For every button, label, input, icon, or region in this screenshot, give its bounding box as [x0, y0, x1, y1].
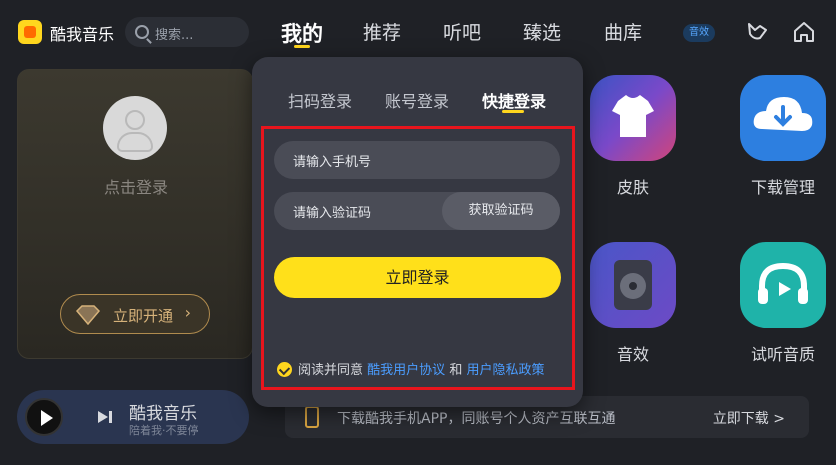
home-icon[interactable] — [792, 20, 816, 44]
agreement-row: 阅读并同意 酷我用户协议 和 用户隐私政策 — [277, 359, 544, 378]
chevron-right-icon: › — [184, 303, 191, 322]
avatar-head-icon — [125, 110, 145, 130]
avatar-body-icon — [117, 132, 153, 152]
skin-label[interactable]: 皮肤 — [573, 174, 693, 198]
user-agreement-link[interactable]: 酷我用户协议 — [367, 363, 445, 378]
trial-quality-label[interactable]: 试听音质 — [723, 341, 836, 365]
get-code-button[interactable]: 获取验证码 — [442, 192, 560, 230]
tab-listen[interactable]: 听吧 — [443, 18, 481, 45]
avatar[interactable] — [103, 96, 167, 160]
privacy-policy-link[interactable]: 用户隐私政策 — [466, 363, 544, 378]
agree-checkbox[interactable] — [277, 362, 292, 377]
user-card[interactable]: 点击登录 立即开通 › — [17, 69, 253, 359]
phone-placeholder: 请输入手机号 — [293, 155, 372, 170]
vip-open-label: 立即开通 — [113, 307, 174, 325]
phone-icon — [305, 406, 319, 428]
play-button[interactable] — [25, 398, 63, 436]
login-prompt[interactable]: 点击登录 — [18, 174, 254, 198]
sound-effect-badge[interactable]: 音效 — [683, 24, 715, 42]
code-placeholder: 请输入验证码 — [293, 206, 372, 221]
tab-recommend[interactable]: 推荐 — [363, 18, 401, 45]
bird-icon[interactable] — [746, 20, 770, 44]
skin-tile[interactable] — [590, 75, 676, 161]
tab-qr-login[interactable]: 扫码登录 — [288, 88, 352, 112]
diamond-icon — [75, 305, 101, 325]
app-name: 酷我音乐 — [50, 25, 115, 44]
tab-mine[interactable]: 我的 — [281, 18, 323, 48]
search-icon — [135, 25, 149, 39]
code-input[interactable]: 请输入验证码 获取验证码 — [274, 192, 560, 230]
headphones-icon — [758, 262, 808, 304]
agree-and: 和 — [449, 363, 463, 378]
agree-prefix: 阅读并同意 — [298, 363, 364, 378]
speaker-icon — [614, 260, 652, 310]
vip-open-button[interactable]: 立即开通 › — [60, 294, 210, 334]
shirt-icon — [612, 95, 654, 137]
player-subtitle: 陪着我·不要停 — [129, 424, 199, 437]
mini-player[interactable]: 酷我音乐 陪着我·不要停 — [17, 390, 249, 444]
player-title: 酷我音乐 — [129, 404, 197, 424]
download-label[interactable]: 下载管理 — [723, 174, 836, 198]
sound-effect-tile[interactable] — [590, 242, 676, 328]
trial-quality-tile[interactable] — [740, 242, 826, 328]
tab-active-indicator — [294, 45, 310, 48]
login-button[interactable]: 立即登录 — [274, 257, 561, 298]
download-now-link[interactable]: 立即下载 > — [713, 408, 785, 428]
banner-text: 下载酷我手机APP，同账号个人资产互联互通 — [337, 411, 616, 427]
next-track-icon[interactable] — [97, 410, 113, 424]
login-modal: 扫码登录 账号登录 快捷登录 请输入手机号 请输入验证码 获取验证码 立即登录 … — [252, 57, 583, 407]
kuwo-logo-icon[interactable] — [18, 20, 42, 44]
tab-library[interactable]: 曲库 — [604, 18, 642, 45]
download-tile[interactable] — [740, 75, 826, 161]
top-header: 酷我音乐 搜索... 我的 推荐 听吧 臻选 曲库 音效 — [0, 0, 836, 64]
phone-input[interactable]: 请输入手机号 — [274, 141, 560, 179]
tab-account-login[interactable]: 账号登录 — [385, 88, 449, 112]
login-tab-indicator — [502, 110, 524, 113]
cloud-download-icon — [753, 97, 813, 131]
tab-select[interactable]: 臻选 — [523, 18, 561, 45]
sound-effect-label[interactable]: 音效 — [573, 341, 693, 365]
search-input[interactable]: 搜索... — [125, 17, 249, 47]
tab-quick-login[interactable]: 快捷登录 — [482, 88, 546, 112]
search-placeholder: 搜索... — [155, 28, 194, 43]
